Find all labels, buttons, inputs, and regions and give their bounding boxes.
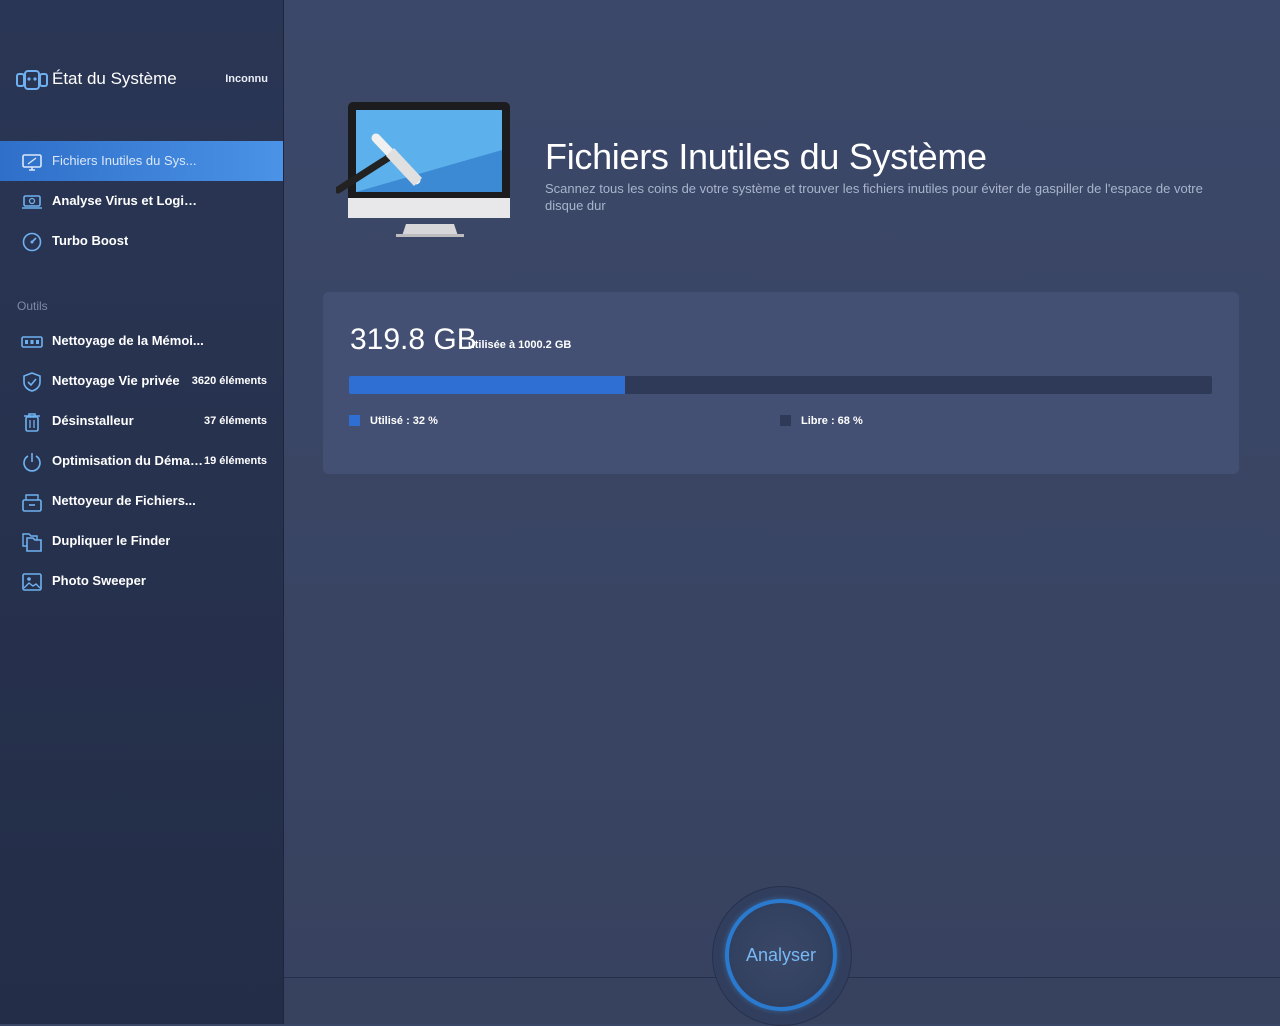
- monitor-icon: [22, 154, 42, 171]
- sidebar-item-label: Dupliquer le Finder: [52, 533, 171, 548]
- scan-button-container: Analyser: [712, 886, 852, 1026]
- system-status-title: État du Système: [52, 69, 177, 88]
- sidebar-item-photo-sweeper[interactable]: Photo Sweeper: [0, 561, 283, 601]
- sidebar-item-label: Nettoyage de la Mémoi...: [52, 333, 204, 348]
- sidebar-item-junk-files[interactable]: Fichiers Inutiles du Sys...: [0, 141, 283, 181]
- speedometer-icon: [22, 232, 42, 252]
- sidebar-item-label: Nettoyage Vie privée: [52, 373, 180, 388]
- sidebar-item-label: Fichiers Inutiles du Sys...: [52, 153, 197, 168]
- analyze-button[interactable]: Analyser: [725, 899, 837, 1011]
- legend-used-swatch: [349, 415, 360, 426]
- sidebar-item-memory-cleanup[interactable]: Nettoyage de la Mémoi...: [0, 321, 283, 361]
- shield-check-icon: [23, 372, 41, 392]
- memory-chip-icon: [21, 336, 43, 348]
- laptop-scan-icon: [22, 195, 42, 209]
- photo-icon: [22, 573, 42, 591]
- item-count: 3620 éléments: [191, 375, 267, 387]
- trash-icon: [24, 413, 40, 432]
- disk-usage-card: 319.8 GB utilisée à 1000.2 GB Utilisé : …: [323, 292, 1239, 474]
- legend-free-label: Libre : 68 %: [801, 415, 863, 427]
- page-title: Fichiers Inutiles du Système: [545, 136, 987, 177]
- main-panel: Fichiers Inutiles du Système Scannez tou…: [284, 0, 1280, 1024]
- power-icon: [23, 453, 41, 472]
- system-status-header[interactable]: État du Système Inconnu: [16, 68, 272, 92]
- sidebar-item-label: Optimisation du Démar...: [52, 453, 204, 468]
- item-count: 19 éléments: [204, 455, 267, 467]
- disk-total-text: utilisée à 1000.2 GB: [468, 339, 572, 351]
- sidebar-item-label: Photo Sweeper: [52, 573, 146, 588]
- sidebar-item-label: Nettoyeur de Fichiers...: [52, 493, 196, 508]
- file-box-icon: [22, 494, 42, 512]
- sidebar-item-duplicate-finder[interactable]: Dupliquer le Finder: [0, 521, 283, 561]
- sidebar-item-privacy-cleanup[interactable]: Nettoyage Vie privée 3620 éléments: [0, 361, 283, 401]
- sidebar-item-virus-scan[interactable]: Analyse Virus et Logici...: [0, 181, 283, 221]
- sidebar-item-label: Turbo Boost: [52, 233, 129, 248]
- sidebar-item-label: Analyse Virus et Logici...: [52, 193, 204, 208]
- page-description: Scannez tous les coins de votre système …: [545, 181, 1203, 213]
- legend-used-label: Utilisé : 32 %: [370, 415, 438, 427]
- imac-cleaner-illustration: [336, 102, 510, 237]
- disk-usage-fill: [349, 376, 626, 394]
- system-status-icon: [16, 70, 48, 90]
- disk-used-value: 319.8 GB: [350, 323, 477, 356]
- sidebar: État du Système Inconnu Fichiers Inutile…: [0, 0, 284, 1024]
- system-status-value: Inconnu: [225, 73, 268, 85]
- sidebar-item-startup-optimization[interactable]: Optimisation du Démar... 19 éléments: [0, 441, 283, 481]
- section-label-tools: Outils: [17, 299, 48, 313]
- sidebar-item-file-cleaner[interactable]: Nettoyeur de Fichiers...: [0, 481, 283, 521]
- duplicate-folder-icon: [22, 533, 42, 552]
- disk-usage-bar: [349, 376, 1212, 394]
- sidebar-item-turbo-boost[interactable]: Turbo Boost: [0, 221, 283, 261]
- sidebar-item-label: Désinstalleur: [52, 413, 134, 428]
- sidebar-item-uninstaller[interactable]: Désinstalleur 37 éléments: [0, 401, 283, 441]
- legend-free-swatch: [780, 415, 791, 426]
- item-count: 37 éléments: [204, 415, 267, 427]
